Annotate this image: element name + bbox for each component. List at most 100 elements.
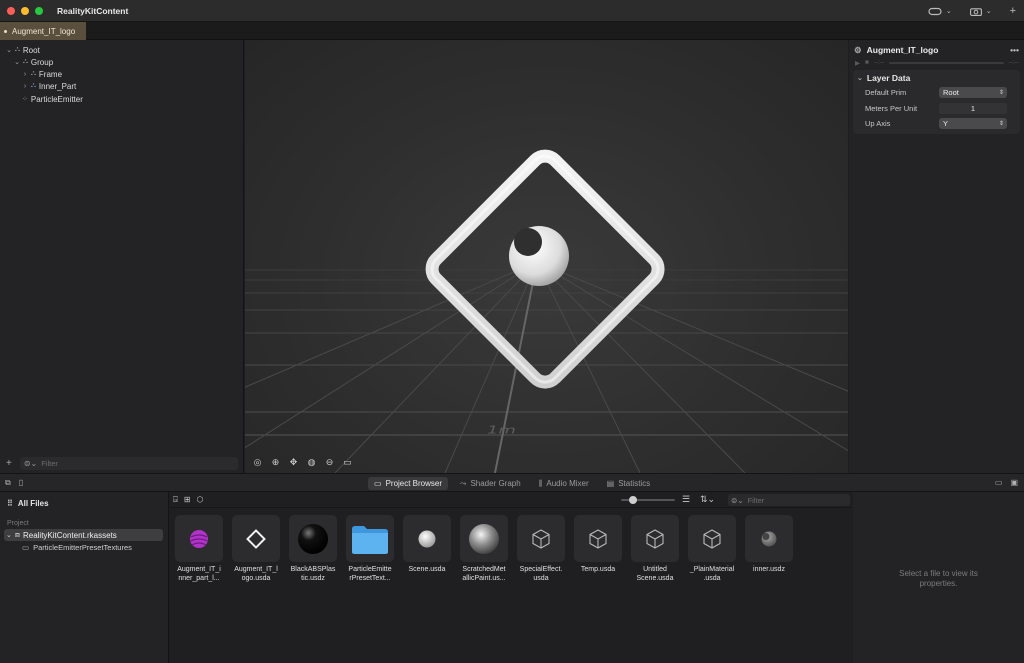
- chevron-right-icon[interactable]: ›: [22, 83, 28, 90]
- cube-icon: [700, 527, 724, 551]
- select-tool-icon[interactable]: ◎: [252, 457, 263, 468]
- layer-data-header[interactable]: ⌄ Layer Data: [857, 73, 910, 83]
- black-sphere-icon: [296, 522, 330, 556]
- tab-label: Statistics: [618, 479, 651, 488]
- file-name-label[interactable]: inner.usdz: [741, 566, 797, 575]
- tile-augment-logo[interactable]: [232, 515, 280, 562]
- timeline-controls: ▶ ■ --:-- --:--: [855, 58, 1019, 67]
- sort-icon[interactable]: ⇅⌄: [700, 494, 715, 505]
- grid-icon: ⠿: [7, 499, 13, 508]
- tile-scratched-metallic-paint[interactable]: [460, 515, 508, 562]
- file-name-label[interactable]: _PlainMaterial .usda: [684, 566, 740, 583]
- tree-item-particle-emitter[interactable]: ⁘ ParticleEmitter: [22, 93, 83, 105]
- minimize-window-button[interactable]: [21, 6, 29, 15]
- tree-item-inner-part[interactable]: › ⛬ Inner_Part: [22, 80, 76, 92]
- chevron-right-icon[interactable]: ›: [22, 71, 28, 78]
- file-name-label[interactable]: Temp.usda: [570, 566, 626, 575]
- tab-statistics[interactable]: ▤ Statistics: [601, 477, 657, 490]
- new-scene-icon[interactable]: ⬡: [197, 495, 204, 505]
- document-tab[interactable]: Augment_IT_logo: [0, 22, 86, 40]
- file-name-label[interactable]: Augment_IT_l ogo.usda: [228, 566, 284, 583]
- camera-view-icon[interactable]: ▭: [342, 457, 353, 468]
- duplicate-panel-icon[interactable]: ⧉: [5, 478, 11, 488]
- file-name-label[interactable]: Scene.usda: [399, 566, 455, 575]
- file-name-label[interactable]: Augment_IT_i nner_part_l...: [171, 566, 227, 583]
- tab-project-browser[interactable]: ▭ Project Browser: [368, 477, 449, 490]
- more-options-icon[interactable]: •••: [1010, 45, 1019, 55]
- tile-special-effect[interactable]: [517, 515, 565, 562]
- bottom-panel-toggle-icon[interactable]: ▣: [1010, 478, 1018, 487]
- scene-hierarchy: ⌄ ⛬ Root ⌄ ⛬ Group › ⛬ Frame › ⛬ Inner_P…: [0, 40, 244, 473]
- cube-icon: [529, 527, 553, 551]
- file-filter-field[interactable]: ⊜⌄ Filter: [728, 494, 850, 506]
- list-view-icon[interactable]: ☰: [682, 494, 690, 505]
- tile-black-abs-plastic[interactable]: [289, 515, 337, 562]
- white-sphere-icon: [417, 529, 437, 549]
- move-tool-icon[interactable]: ✥: [288, 457, 299, 468]
- stop-icon[interactable]: ■: [865, 59, 869, 66]
- tile-particle-emitter-textures[interactable]: [346, 515, 394, 562]
- file-name-label[interactable]: Untitled Scene.usda: [627, 566, 683, 583]
- tile-inner[interactable]: [745, 515, 793, 562]
- hierarchy-node-icon: ⛬: [31, 70, 36, 77]
- sidebar-toggle-icon[interactable]: ▯: [19, 478, 23, 488]
- meters-per-unit-field[interactable]: 1: [939, 103, 1007, 114]
- folder-icon: ▭: [22, 543, 30, 552]
- zoom-window-button[interactable]: [35, 6, 43, 15]
- tile-untitled-scene[interactable]: [631, 515, 679, 562]
- file-name-label[interactable]: BlackABSPlas tic.usdz: [285, 566, 341, 583]
- import-icon[interactable]: ⍈: [173, 495, 178, 505]
- play-icon[interactable]: ▶: [855, 59, 860, 67]
- project-child-folder[interactable]: ▭ ParticleEmitterPresetTextures: [22, 543, 132, 552]
- inner-part-model[interactable]: [509, 226, 569, 286]
- new-folder-icon[interactable]: ⊞: [184, 495, 191, 505]
- tab-label: Project Browser: [385, 479, 443, 488]
- right-panel-toggle-icon[interactable]: ▭: [995, 478, 1003, 487]
- all-files-item[interactable]: ⠿ All Files: [7, 499, 49, 508]
- tab-audio-mixer[interactable]: ⫼ Audio Mixer: [533, 477, 595, 490]
- tab-label: Shader Graph: [470, 479, 521, 488]
- hierarchy-filter-field[interactable]: ⊜⌄ Filter: [19, 456, 238, 470]
- document-tab-label: Augment_IT_logo: [12, 26, 76, 36]
- default-prim-select[interactable]: Root ⇕: [939, 87, 1007, 98]
- inspector-panel: ⚙ Augment_IT_logo ••• ▶ ■ --:-- --:-- ⌄ …: [849, 40, 1024, 473]
- orbit-tool-icon[interactable]: ⊕: [270, 457, 281, 468]
- file-name-label[interactable]: SpecialEffect. usda: [513, 566, 569, 583]
- tile-scene[interactable]: [403, 515, 451, 562]
- zoom-tool-icon[interactable]: ⊖: [324, 457, 335, 468]
- layer-data-section: ⌄ Layer Data Default Prim Root ⇕ Meters …: [853, 70, 1020, 134]
- ground-grid: [245, 261, 848, 473]
- default-prim-label: Default Prim: [865, 88, 907, 97]
- add-entity-button[interactable]: +: [6, 458, 12, 469]
- up-axis-label: Up Axis: [865, 119, 891, 128]
- rotate-tool-icon[interactable]: ◍: [306, 457, 317, 468]
- slider-knob[interactable]: [629, 496, 637, 504]
- all-files-label: All Files: [17, 499, 49, 508]
- scene-icon: ⚙: [854, 44, 862, 55]
- chevron-down-icon[interactable]: ⌄: [6, 46, 12, 54]
- tab-shader-graph[interactable]: ⤳ Shader Graph: [454, 477, 527, 490]
- file-browser-toolbar: ⍈ ⊞ ⬡ ☰ ⇅⌄ ⊜⌄ Filter: [170, 492, 852, 508]
- filter-icon: ⊜⌄: [23, 458, 38, 468]
- up-axis-select[interactable]: Y ⇕: [939, 118, 1007, 129]
- hierarchy-footer: + ⊜⌄ Filter: [0, 453, 244, 473]
- add-icon[interactable]: +: [1010, 5, 1016, 17]
- audio-mixer-icon: ⫼: [538, 478, 543, 488]
- project-root-item[interactable]: ⌄ ⧈ RealityKitContent.rkassets: [4, 529, 163, 541]
- file-name-label[interactable]: ParticleEmitte rPresetText...: [342, 566, 398, 583]
- chevron-down-icon[interactable]: ⌄: [14, 58, 20, 66]
- timeline-scrubber[interactable]: [889, 61, 1004, 64]
- camera-menu-button[interactable]: ⌄: [969, 7, 992, 16]
- tree-item-root[interactable]: ⌄ ⛬ Root: [6, 44, 40, 56]
- 3d-viewport[interactable]: 1m ◎ ⊕ ✥ ◍ ⊖ ▭: [245, 40, 848, 473]
- tile-temp[interactable]: [574, 515, 622, 562]
- close-window-button[interactable]: [7, 6, 15, 15]
- hierarchy-node-icon: ⛬: [31, 82, 36, 89]
- headset-menu-button[interactable]: ⌄: [928, 7, 952, 16]
- gray-blob-icon: [759, 529, 779, 549]
- file-name-label[interactable]: ScratchedMet allicPaint.us...: [456, 566, 512, 583]
- tile-plain-material[interactable]: [688, 515, 736, 562]
- tile-augment-inner-part[interactable]: [175, 515, 223, 562]
- tree-item-group[interactable]: ⌄ ⛬ Group: [14, 56, 53, 68]
- tree-item-frame[interactable]: › ⛬ Frame: [22, 68, 62, 80]
